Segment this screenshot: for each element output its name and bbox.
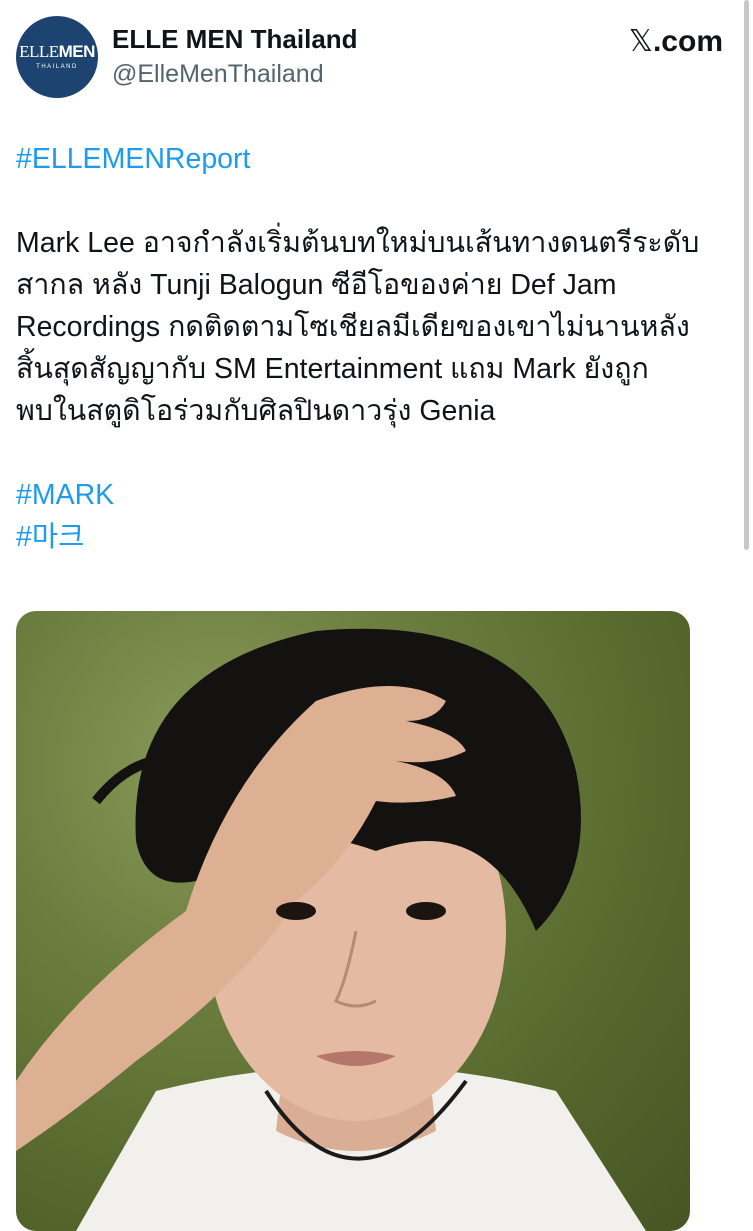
x-domain-text: .com (652, 25, 723, 58)
x-com-logo[interactable]: 𝕏.com (629, 24, 723, 59)
tweet-body-line: สิ้นสุดสัญญากับ SM Entertainment แถม Mar… (16, 353, 649, 385)
tweet-body-line: พบในสตูดิโอร่วมกับศิลปินดาวรุ่ง Genia (16, 395, 496, 427)
avatar-logo: ELLEMEN (19, 42, 95, 61)
hashtag-korean[interactable]: #마크 (16, 516, 740, 558)
x-logo-icon: 𝕏 (628, 24, 653, 59)
tweet-body-line: Recordings กดติดตามโซเชียลมีเดียของเขาไม… (16, 311, 690, 343)
tweet-body-line: สากล หลัง Tunji Balogun ซีอีโอของค่าย De… (16, 269, 617, 301)
tweet-photo[interactable] (16, 611, 690, 1231)
account-avatar[interactable]: ELLEMEN THAILAND (16, 16, 98, 98)
scrollbar[interactable] (744, 0, 749, 550)
photo-icon (16, 628, 646, 1231)
hashtag-mark[interactable]: #MARK (16, 474, 740, 516)
account-handle[interactable]: @ElleMenThailand (112, 60, 324, 89)
tweet-header: ELLEMEN THAILAND ELLE MEN Thailand @Elle… (16, 16, 737, 98)
tweet-text: #ELLEMENReport Mark Lee อาจกำลังเริ่มต้น… (16, 138, 740, 558)
tweet-body-line: Mark Lee อาจกำลังเริ่มต้นบทใหม่บนเส้นทาง… (16, 227, 700, 259)
hashtag-ellemenreport[interactable]: #ELLEMENReport (16, 138, 740, 180)
account-display-name[interactable]: ELLE MEN Thailand (112, 24, 358, 55)
avatar-logo-subtitle: THAILAND (36, 64, 78, 70)
